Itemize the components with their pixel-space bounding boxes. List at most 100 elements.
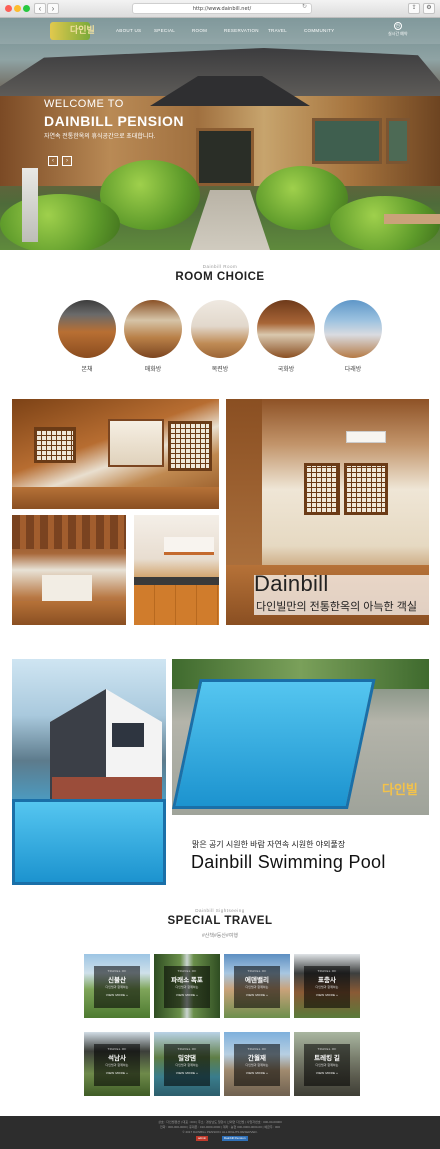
travel-card[interactable]: TRAVEL OF 신불산 다인빌과 함께하는 VIEW MORE + xyxy=(84,954,150,1018)
nav-room[interactable]: ROOM xyxy=(192,28,207,33)
room-photo-main xyxy=(12,399,219,509)
realtime-reservation-button[interactable]: ◷ 실시간 예약 xyxy=(388,22,408,37)
travel-card-name: 트레킹 길 xyxy=(314,1055,340,1062)
travel-card[interactable]: TRAVEL OF 트레킹 길 다인빌과 함께하는 VIEW MORE + xyxy=(294,1032,360,1096)
room-item[interactable]: 국화방 xyxy=(257,300,315,373)
pool-title-en: Dainbill Swimming Pool xyxy=(191,852,386,872)
travel-card[interactable]: TRAVEL OF 에덴밸리 다인빌과 함께하는 VIEW MORE + xyxy=(224,954,290,1018)
room-thumbnail[interactable] xyxy=(257,300,315,358)
room-item[interactable]: 다래방 xyxy=(324,300,382,373)
travel-card-desc: 다인빌과 함께하는 xyxy=(315,1063,339,1067)
travel-card-eyebrow: TRAVEL OF xyxy=(177,1047,197,1051)
web-page: 다인빌 ABOUT US SPECIAL ROOM RESERVATION TR… xyxy=(0,18,440,1149)
view-more-link[interactable]: VIEW MORE + xyxy=(164,1071,210,1075)
travel-card-eyebrow: TRAVEL OF xyxy=(317,1047,337,1051)
room-item[interactable]: 목련방 xyxy=(191,300,249,373)
travel-card[interactable]: TRAVEL OF 간월재 다인빌과 함께하는 VIEW MORE + xyxy=(224,1032,290,1096)
hero-welcome: WELCOME TO xyxy=(44,98,124,110)
hero-prev-arrow-icon[interactable]: ‹ xyxy=(48,156,58,166)
travel-card[interactable]: TRAVEL OF 표충사 다인빌과 함께하는 VIEW MORE + xyxy=(294,954,360,1018)
pool-caption-ko: 맑은 공기 시원한 바람 자연속 시원한 야외풀장 xyxy=(192,840,346,849)
room-label[interactable]: 목련방 xyxy=(191,364,249,373)
travel-card-eyebrow: TRAVEL OF xyxy=(317,969,337,973)
footer-line: 전화 : 000-000-0000 | 휴대폰 : 010-0000-0000 … xyxy=(159,1125,281,1129)
travel-card-desc: 다인빌과 함께하는 xyxy=(245,985,269,989)
reload-icon[interactable]: ↻ xyxy=(302,3,307,10)
wood-floor xyxy=(12,601,126,625)
travel-card[interactable]: TRAVEL OF 밀양댐 다인빌과 함께하는 VIEW MORE + xyxy=(154,1032,220,1096)
pool-photo-house xyxy=(12,659,166,885)
air-conditioner xyxy=(346,431,386,443)
room-thumbnail[interactable] xyxy=(58,300,116,358)
clock-icon: ◷ xyxy=(393,22,402,30)
hanok-door xyxy=(196,128,254,186)
view-more-link[interactable]: VIEW MORE + xyxy=(94,1071,140,1075)
travel-card-eyebrow: TRAVEL OF xyxy=(177,969,197,973)
room-label[interactable]: 매화방 xyxy=(124,364,182,373)
wood-ceiling xyxy=(12,515,126,549)
site-header: 다인빌 ABOUT US SPECIAL ROOM RESERVATION TR… xyxy=(0,18,440,44)
pool-basin xyxy=(12,799,166,885)
room-thumbnail[interactable] xyxy=(124,300,182,358)
view-more-link[interactable]: VIEW MORE + xyxy=(304,1071,350,1075)
travel-section-title: SPECIAL TRAVEL xyxy=(167,915,273,927)
kitchen-counter xyxy=(42,575,92,601)
room-thumbnail[interactable] xyxy=(324,300,382,358)
view-more-link[interactable]: VIEW MORE + xyxy=(234,1071,280,1075)
realtime-reservation-label: 실시간 예약 xyxy=(388,31,408,36)
room-label[interactable]: 다래방 xyxy=(324,364,382,373)
travel-card-name: 간월재 xyxy=(248,1055,266,1062)
nav-travel[interactable]: TRAVEL xyxy=(268,28,287,33)
lattice-window xyxy=(34,427,76,463)
travel-card-name: 표충사 xyxy=(318,977,336,984)
view-more-link[interactable]: VIEW MORE + xyxy=(304,993,350,997)
travel-card-name: 에덴밸리 xyxy=(245,977,269,984)
travel-subtitle: #산책#등산#여행 xyxy=(202,933,238,939)
window-blind xyxy=(108,419,164,467)
zoom-window-button[interactable] xyxy=(23,5,30,12)
footer-brand-badge[interactable]: Dainbill Pension xyxy=(222,1136,248,1141)
room-thumbnail[interactable] xyxy=(191,300,249,358)
travel-card-eyebrow: TRAVEL OF xyxy=(247,969,267,973)
share-icon[interactable]: ⇪ xyxy=(408,3,420,14)
browser-toolbar: ‹ › http://www.dainbill.net/ ↻ ⇪ ⚙ xyxy=(0,0,440,18)
travel-card-desc: 다인빌과 함께하는 xyxy=(245,1063,269,1067)
room-label[interactable]: 국화방 xyxy=(257,364,315,373)
travel-card-name: 신불산 xyxy=(108,977,126,984)
travel-card-name: 석남사 xyxy=(108,1055,126,1062)
logo-text[interactable]: 다인빌 xyxy=(70,23,95,36)
view-more-link[interactable]: VIEW MORE + xyxy=(94,993,140,997)
nav-community[interactable]: COMMUNITY xyxy=(304,28,334,33)
travel-card-eyebrow: TRAVEL OF xyxy=(107,969,127,973)
nav-special[interactable]: SPECIAL xyxy=(154,28,175,33)
lattice-window xyxy=(304,463,340,515)
hero-banner: 다인빌 ABOUT US SPECIAL ROOM RESERVATION TR… xyxy=(0,18,440,250)
hero-next-arrow-icon[interactable]: › xyxy=(62,156,72,166)
room-item[interactable]: 매화방 xyxy=(124,300,182,373)
hero-brand: DAINBILL PENSION xyxy=(44,113,184,129)
lattice-window xyxy=(344,463,388,515)
view-more-link[interactable]: VIEW MORE + xyxy=(234,993,280,997)
address-bar[interactable]: http://www.dainbill.net/ xyxy=(132,3,312,14)
footer-admin-badge[interactable]: admin xyxy=(196,1136,209,1141)
travel-card-eyebrow: TRAVEL OF xyxy=(107,1047,127,1051)
forward-icon[interactable]: › xyxy=(47,3,59,14)
room-item[interactable]: 본채 xyxy=(58,300,116,373)
pool-photo-aerial: 다인빌 xyxy=(172,659,429,815)
nav-reservation[interactable]: RESERVATION xyxy=(224,28,259,33)
minimize-window-button[interactable] xyxy=(14,5,21,12)
kitchen-cabinets xyxy=(134,585,219,625)
back-icon[interactable]: ‹ xyxy=(34,3,46,14)
room-label[interactable]: 본채 xyxy=(58,364,116,373)
cooktop xyxy=(134,577,219,585)
close-window-button[interactable] xyxy=(5,5,12,12)
shrub xyxy=(0,194,120,250)
travel-card[interactable]: TRAVEL OF 석남사 다인빌과 함께하는 VIEW MORE + xyxy=(84,1032,150,1096)
view-more-link[interactable]: VIEW MORE + xyxy=(164,993,210,997)
travel-card[interactable]: TRAVEL OF 파래소 폭포 다인빌과 함께하는 VIEW MORE + xyxy=(154,954,220,1018)
kitchen-window xyxy=(164,537,214,555)
room-eyebrow: Dainbill Room xyxy=(202,264,238,269)
hero-subtitle: 자연속 전통한옥의 휴식공간으로 초대합니다. xyxy=(44,134,156,140)
settings-icon[interactable]: ⚙ xyxy=(423,3,435,14)
nav-about-us[interactable]: ABOUT US xyxy=(116,28,141,33)
